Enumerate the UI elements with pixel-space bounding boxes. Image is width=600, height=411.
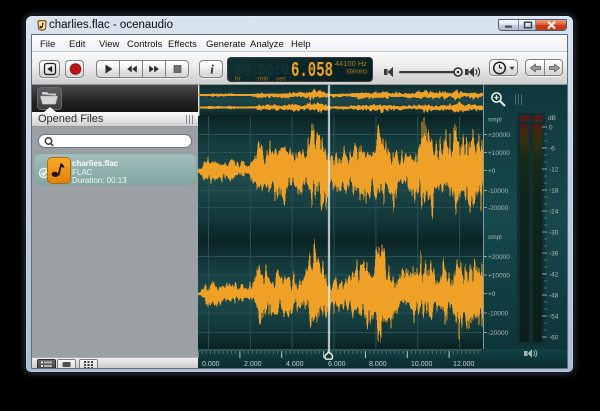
svg-text:6.058: 6.058 [291, 60, 333, 82]
svg-text:-36: -36 [549, 251, 559, 258]
svg-text:12.000: 12.000 [453, 361, 475, 368]
svg-text:-42: -42 [549, 272, 559, 279]
svg-text:+10000: +10000 [488, 273, 510, 280]
svg-text:-12: -12 [549, 167, 559, 174]
svg-text:6.000: 6.000 [328, 361, 346, 368]
svg-text:+0: +0 [488, 168, 496, 175]
svg-text:sec: sec [276, 75, 287, 81]
svg-text:-20000: -20000 [488, 205, 509, 212]
svg-text:dB: dB [548, 115, 556, 122]
svg-text:-30: -30 [549, 230, 559, 237]
svg-text:-20000: -20000 [488, 330, 509, 337]
svg-text:4.000: 4.000 [286, 361, 304, 368]
svg-text:i: i [210, 62, 214, 77]
svg-text:+0: +0 [488, 291, 496, 298]
svg-text:10.000: 10.000 [411, 361, 433, 368]
svg-text:-10000: -10000 [488, 311, 509, 318]
svg-text:+20000: +20000 [488, 254, 510, 261]
svg-text:0: 0 [549, 125, 553, 132]
svg-text:min: min [258, 75, 269, 81]
svg-text:-18: -18 [549, 188, 559, 195]
svg-text:-6: -6 [549, 146, 555, 153]
svg-text:2.000: 2.000 [244, 361, 262, 368]
svg-text:+10000: +10000 [488, 150, 510, 157]
svg-text:+20000: +20000 [488, 132, 510, 139]
svg-text:-60: -60 [549, 335, 559, 342]
svg-text:-24: -24 [549, 209, 559, 216]
svg-text:-48: -48 [549, 293, 559, 300]
svg-text:8.000: 8.000 [369, 361, 387, 368]
svg-text:hr: hr [235, 75, 242, 81]
svg-text:stereo: stereo [346, 66, 367, 75]
svg-text:0.000: 0.000 [202, 361, 220, 368]
svg-text:smpl: smpl [488, 117, 502, 124]
svg-text:-10000: -10000 [488, 188, 509, 195]
svg-text:smpl: smpl [488, 234, 502, 241]
svg-text:-54: -54 [549, 314, 559, 321]
